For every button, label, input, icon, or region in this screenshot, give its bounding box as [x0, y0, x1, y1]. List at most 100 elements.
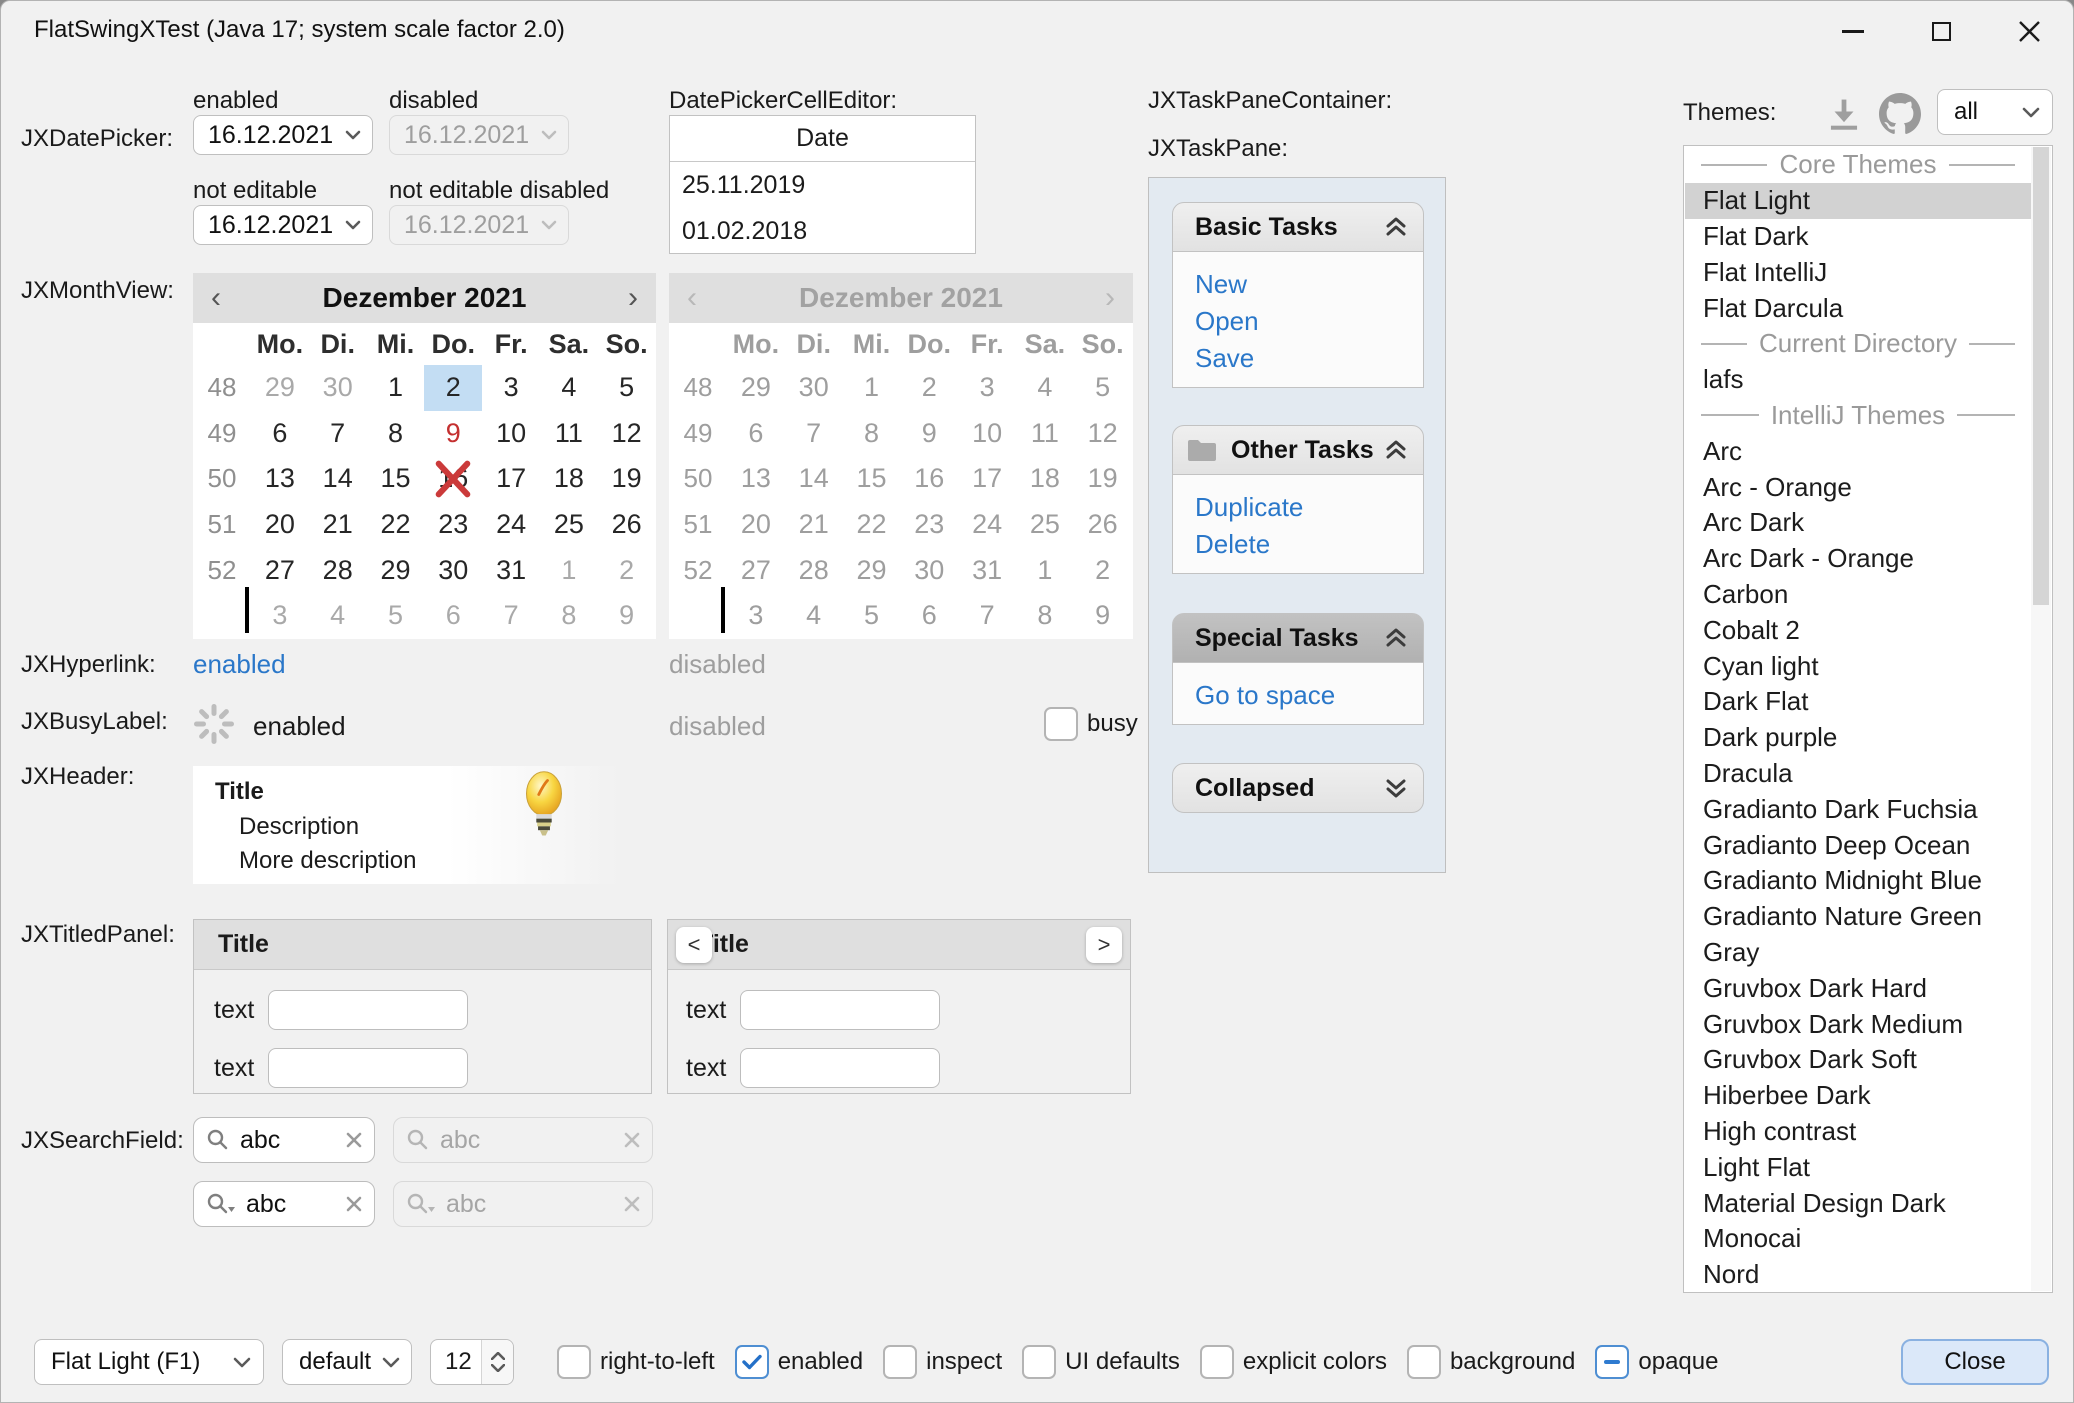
datepicker-enabled[interactable]: 16.12.2021 — [193, 115, 373, 155]
theme-row[interactable]: Arc Dark — [1685, 505, 2031, 541]
theme-row[interactable]: IntelliJ Themes — [1685, 398, 2031, 434]
font-combo[interactable]: default — [282, 1339, 412, 1385]
theme-row[interactable]: Flat Light — [1685, 183, 2031, 219]
option-checkbox[interactable]: explicit colors — [1200, 1345, 1387, 1379]
calendar-day-cell[interactable]: 3 — [482, 365, 540, 411]
calendar-day-cell[interactable]: 29 — [367, 547, 425, 593]
spinner-up-icon[interactable] — [491, 1352, 505, 1360]
theme-row[interactable]: Cyan light — [1685, 648, 2031, 684]
theme-row[interactable]: Arc - Orange — [1685, 469, 2031, 505]
close-window-button[interactable] — [1995, 1, 2063, 61]
theme-row[interactable]: Flat IntelliJ — [1685, 254, 2031, 290]
theme-row[interactable]: Carbon — [1685, 577, 2031, 613]
clear-icon[interactable] — [346, 1132, 362, 1148]
theme-row[interactable]: Dracula — [1685, 756, 2031, 792]
calendar-day-cell[interactable]: 23 — [424, 502, 482, 548]
task-link[interactable]: Go to space — [1195, 677, 1423, 714]
hyperlink-enabled[interactable]: enabled — [193, 649, 286, 680]
theme-row[interactable]: Gray — [1685, 935, 2031, 971]
calendar-day-cell[interactable]: 26 — [598, 502, 656, 548]
theme-row[interactable]: Core Themes — [1685, 147, 2031, 183]
taskpane-group-titlebar[interactable]: Basic Tasks — [1172, 202, 1424, 252]
calendar-day-cell[interactable]: 6 — [424, 593, 482, 639]
calendar-day-cell[interactable]: 8 — [540, 593, 598, 639]
laf-combo[interactable]: Flat Light (F1) — [34, 1339, 264, 1385]
calendar-day-cell[interactable]: 6 — [251, 411, 309, 457]
option-checkbox[interactable]: inspect — [883, 1345, 1002, 1379]
table-row[interactable]: 01.02.2018 — [670, 208, 975, 254]
github-icon[interactable] — [1879, 93, 1921, 135]
theme-row[interactable]: High contrast — [1685, 1114, 2031, 1150]
prev-month-button[interactable]: ‹ — [211, 283, 221, 313]
calendar-day-cell[interactable]: 30 — [309, 365, 367, 411]
calendar-day-cell[interactable]: 5 — [598, 365, 656, 411]
option-checkbox[interactable]: enabled — [735, 1345, 863, 1379]
text-input[interactable] — [268, 1048, 468, 1088]
theme-row[interactable]: Gradianto Midnight Blue — [1685, 863, 2031, 899]
text-input[interactable] — [740, 1048, 940, 1088]
theme-row[interactable]: Flat Darcula — [1685, 290, 2031, 326]
theme-row[interactable]: Nord — [1685, 1257, 2031, 1293]
calendar-day-cell[interactable]: 1 — [367, 365, 425, 411]
datepicker-dropdown-button[interactable] — [333, 130, 372, 140]
calendar-day-cell[interactable]: 20 — [251, 502, 309, 548]
theme-row[interactable]: Gradianto Dark Fuchsia — [1685, 791, 2031, 827]
option-checkbox[interactable]: background — [1407, 1345, 1575, 1379]
scrollbar-thumb[interactable] — [2033, 147, 2049, 605]
taskpane-group-titlebar[interactable]: Special Tasks — [1172, 613, 1424, 663]
table-header-date[interactable]: Date — [670, 116, 975, 162]
theme-row[interactable]: Gruvbox Dark Soft — [1685, 1042, 2031, 1078]
calendar-day-cell[interactable]: 19 — [598, 456, 656, 502]
theme-row[interactable]: Gruvbox Dark Medium — [1685, 1006, 2031, 1042]
calendar-day-cell[interactable]: 27 — [251, 547, 309, 593]
calendar-day-cell[interactable]: 24 — [482, 502, 540, 548]
panel-right-button[interactable]: > — [1086, 927, 1122, 963]
theme-row[interactable]: Monocai — [1685, 1221, 2031, 1257]
calendar-day-cell[interactable]: 7 — [309, 411, 367, 457]
panel-left-button[interactable]: < — [676, 927, 712, 963]
taskpane-group-titlebar[interactable]: Other Tasks — [1172, 425, 1424, 475]
minimize-button[interactable] — [1819, 1, 1887, 61]
calendar-day-cell[interactable]: 7 — [482, 593, 540, 639]
calendar-day-cell[interactable]: 13 — [251, 456, 309, 502]
theme-row[interactable]: Gruvbox Dark Hard — [1685, 970, 2031, 1006]
calendar-day-cell[interactable]: 3 — [251, 593, 309, 639]
task-link[interactable]: Open — [1195, 303, 1423, 340]
calendar-day-cell[interactable]: 18 — [540, 456, 598, 502]
calendar-day-cell[interactable]: 14 — [309, 456, 367, 502]
calendar-day-cell[interactable]: 4 — [309, 593, 367, 639]
calendar-day-cell[interactable]: 29 — [251, 365, 309, 411]
theme-row[interactable]: Gradianto Nature Green — [1685, 899, 2031, 935]
option-checkbox[interactable]: opaque — [1595, 1345, 1718, 1379]
calendar-day-cell[interactable]: 21 — [309, 502, 367, 548]
taskpane-group-titlebar[interactable]: Collapsed — [1172, 763, 1424, 813]
theme-row[interactable]: Hiberbee Dark — [1685, 1078, 2031, 1114]
font-size-spinner[interactable]: 12 — [430, 1339, 514, 1385]
spinner-buttons[interactable] — [481, 1340, 513, 1384]
theme-row[interactable]: Light Flat — [1685, 1149, 2031, 1185]
table-row[interactable]: 25.11.2019 — [670, 162, 975, 208]
search-field-enabled[interactable]: abc — [193, 1117, 375, 1163]
search-input-value[interactable]: abc — [240, 1126, 336, 1155]
calendar-day-cell[interactable]: 10 — [482, 411, 540, 457]
calendar-day-cell[interactable]: 16 — [424, 456, 482, 502]
calendar-day-cell[interactable]: 4 — [540, 365, 598, 411]
theme-row[interactable]: Dark purple — [1685, 720, 2031, 756]
busy-checkbox[interactable]: busy — [1044, 707, 1138, 741]
theme-row[interactable]: Cobalt 2 — [1685, 612, 2031, 648]
calendar-day-cell[interactable]: 30 — [424, 547, 482, 593]
calendar-day-cell[interactable]: 1 — [540, 547, 598, 593]
search-field-with-menu-enabled[interactable]: abc — [193, 1181, 375, 1227]
theme-row[interactable]: Arc Dark - Orange — [1685, 541, 2031, 577]
theme-row[interactable]: Gradianto Deep Ocean — [1685, 827, 2031, 863]
search-input-value[interactable]: abc — [246, 1190, 336, 1219]
calendar-day-cell[interactable]: 11 — [540, 411, 598, 457]
task-link[interactable]: New — [1195, 266, 1423, 303]
calendar-day-cell[interactable]: 22 — [367, 502, 425, 548]
theme-row[interactable]: Flat Dark — [1685, 219, 2031, 255]
calendar-day-cell[interactable]: 2 — [424, 365, 482, 411]
theme-row[interactable]: Arc — [1685, 433, 2031, 469]
themes-filter-combo[interactable]: all — [1937, 89, 2053, 135]
calendar-day-cell[interactable]: 28 — [309, 547, 367, 593]
theme-row[interactable]: lafs — [1685, 362, 2031, 398]
